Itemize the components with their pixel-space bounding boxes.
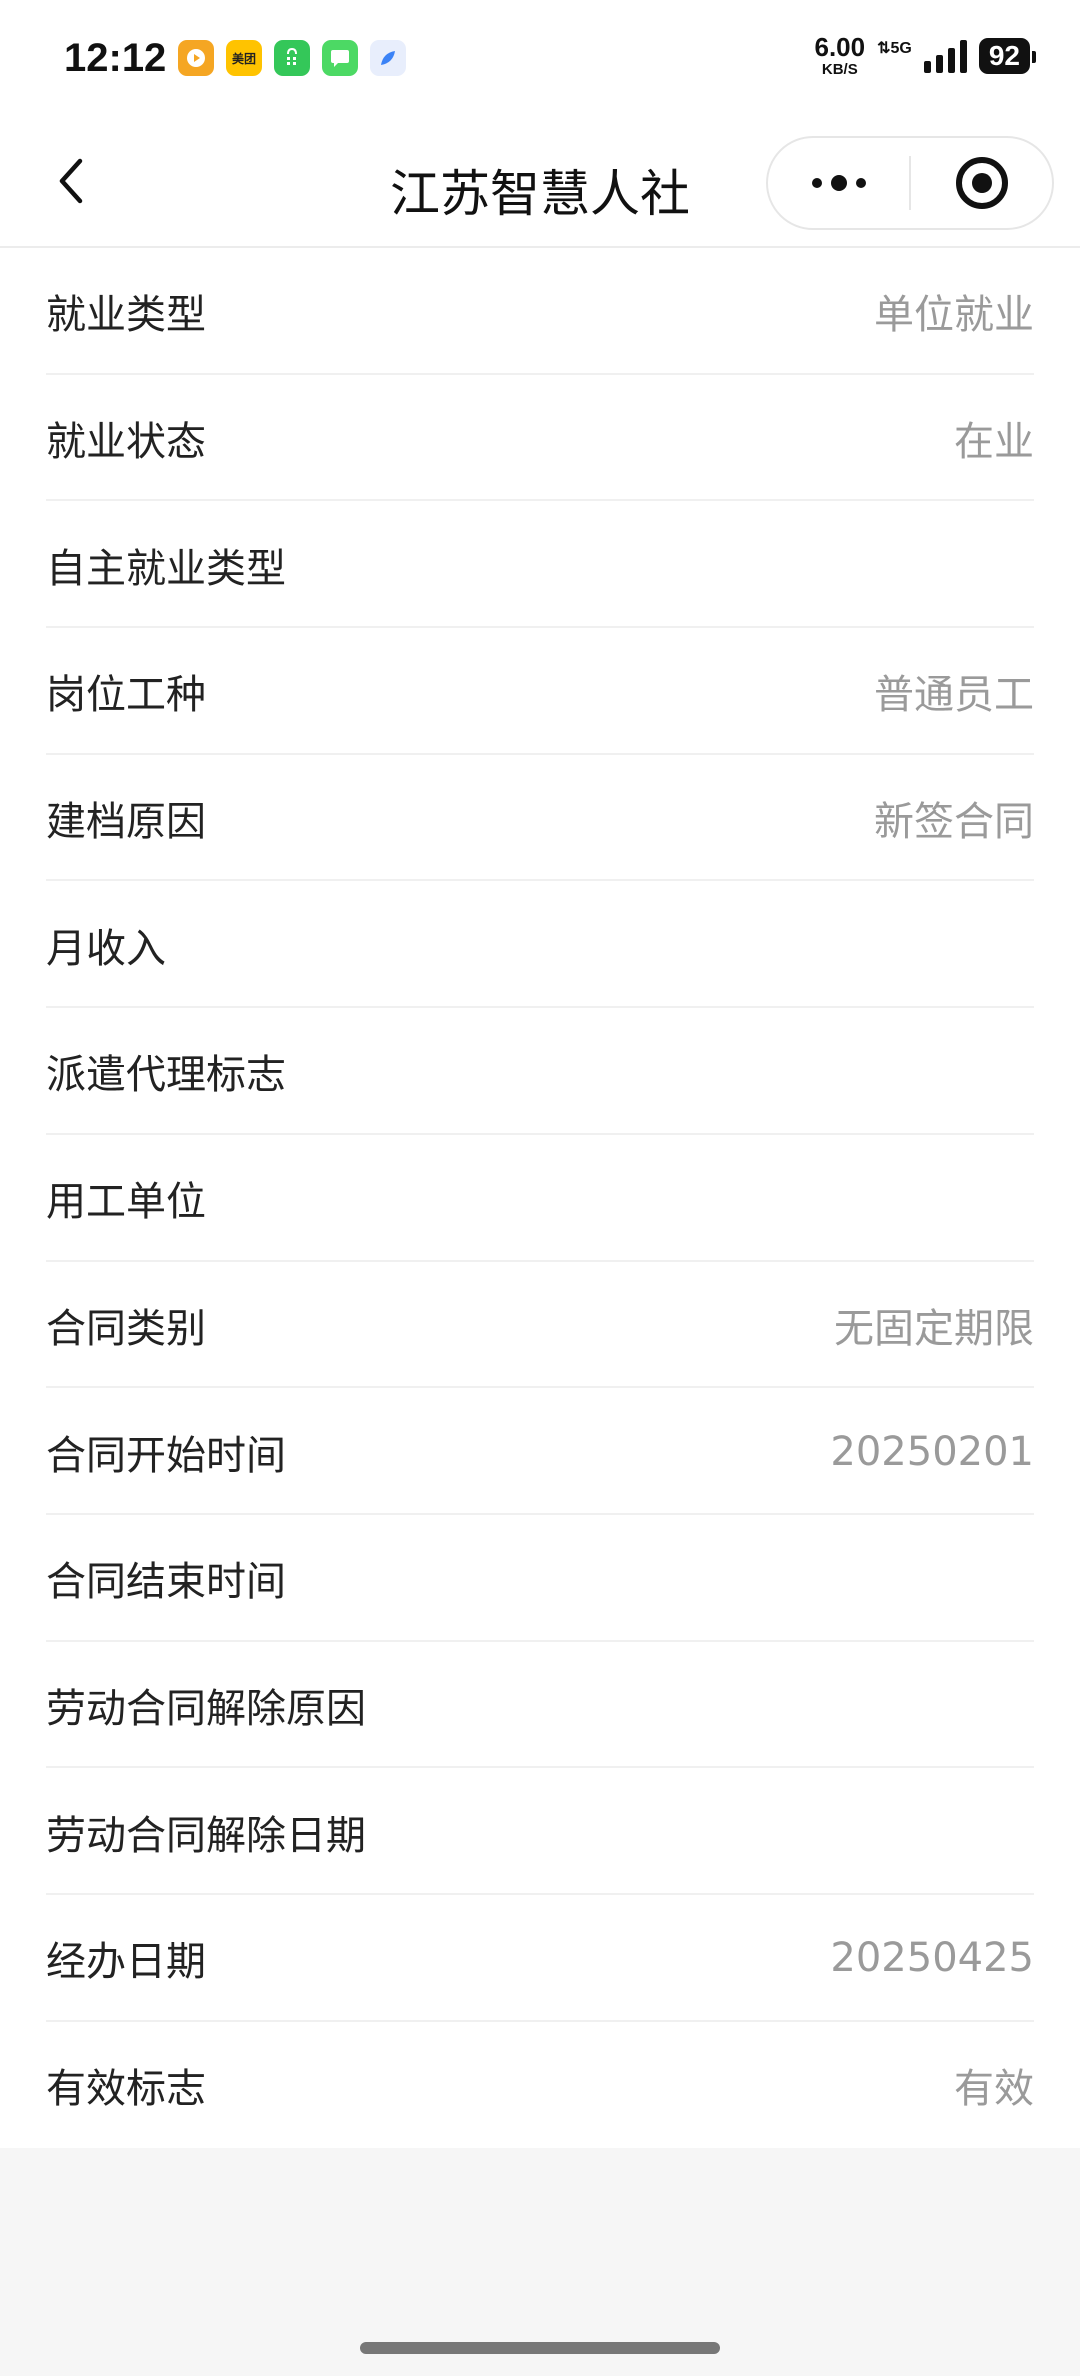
data-arrows-icon: ⇅: [877, 40, 891, 57]
status-time: 12:12: [64, 36, 167, 80]
close-mini-program-button[interactable]: [911, 138, 1052, 228]
field-row: 合同类别 无固定期限: [0, 1262, 1080, 1389]
field-row: 派遣代理标志: [0, 1008, 1080, 1135]
field-value: 有效: [954, 2065, 1034, 2112]
field-row: 用工单位: [0, 1135, 1080, 1262]
notification-app-icons: 美团: [178, 40, 406, 76]
mini-program-capsule: [766, 136, 1054, 230]
field-row: 就业类型 单位就业: [0, 248, 1080, 375]
field-label: 就业状态: [46, 419, 206, 466]
navigation-bar: 江苏智慧人社: [0, 118, 1080, 248]
field-row: 就业状态 在业: [0, 375, 1080, 502]
field-label: 有效标志: [46, 2065, 206, 2112]
field-row: 自主就业类型: [0, 501, 1080, 628]
meituan-app-icon: 美团: [226, 40, 262, 76]
field-row: 经办日期 20250425: [0, 1895, 1080, 2022]
field-row: 月收入: [0, 881, 1080, 1008]
field-value: 无固定期限: [834, 1305, 1034, 1352]
field-value: 单位就业: [874, 292, 1034, 339]
field-label: 派遣代理标志: [46, 1052, 286, 1099]
field-row: 岗位工种 普通员工: [0, 628, 1080, 755]
field-label: 合同类别: [46, 1305, 206, 1352]
signal-strength-icon: [923, 39, 967, 73]
field-label: 劳动合同解除日期: [46, 1812, 366, 1859]
field-value: 新签合同: [874, 799, 1034, 846]
field-value: 20250425: [830, 1935, 1034, 1982]
field-row: 建档原因 新签合同: [0, 755, 1080, 882]
target-close-icon: [955, 157, 1008, 209]
field-label: 经办日期: [46, 1939, 206, 1986]
field-label: 月收入: [46, 925, 166, 972]
more-button[interactable]: [768, 138, 909, 228]
field-label: 合同结束时间: [46, 1559, 286, 1606]
field-label: 自主就业类型: [46, 545, 286, 592]
status-indicators: 6.00 KB/S ⇅5G 92: [814, 32, 1037, 78]
more-dots-icon: [811, 175, 866, 191]
field-label: 合同开始时间: [46, 1432, 286, 1479]
field-value: 普通员工: [874, 672, 1034, 719]
field-row: 劳动合同解除原因: [0, 1642, 1080, 1769]
network-speed: 6.00 KB/S: [814, 32, 866, 78]
field-label: 劳动合同解除原因: [46, 1685, 366, 1732]
field-row: 合同结束时间: [0, 1515, 1080, 1642]
field-label: 就业类型: [46, 292, 206, 339]
employment-info-list: 就业类型 单位就业就业状态 在业自主就业类型 岗位工种 普通员工建档原因 新签合同月收入派…: [0, 248, 1080, 2149]
browser-app-icon: [370, 40, 406, 76]
message-app-icon: [322, 40, 358, 76]
field-label: 用工单位: [46, 1179, 206, 1226]
field-row: 有效标志 有效: [0, 2022, 1080, 2149]
field-row: 合同开始时间 20250201: [0, 1388, 1080, 1515]
field-label: 建档原因: [46, 799, 206, 846]
field-value: 在业: [954, 419, 1034, 466]
network-type: ⇅5G: [877, 40, 912, 57]
shopping-app-icon: [274, 40, 310, 76]
home-indicator[interactable]: [360, 2342, 720, 2354]
battery-icon: 92: [978, 37, 1037, 74]
field-row: 劳动合同解除日期: [0, 1768, 1080, 1895]
field-label: 岗位工种: [46, 672, 206, 719]
status-bar: 12:12 美团 6.00 KB/S ⇅5G 92: [0, 0, 1080, 118]
video-app-icon: [178, 40, 214, 76]
field-value: 20250201: [830, 1428, 1034, 1475]
